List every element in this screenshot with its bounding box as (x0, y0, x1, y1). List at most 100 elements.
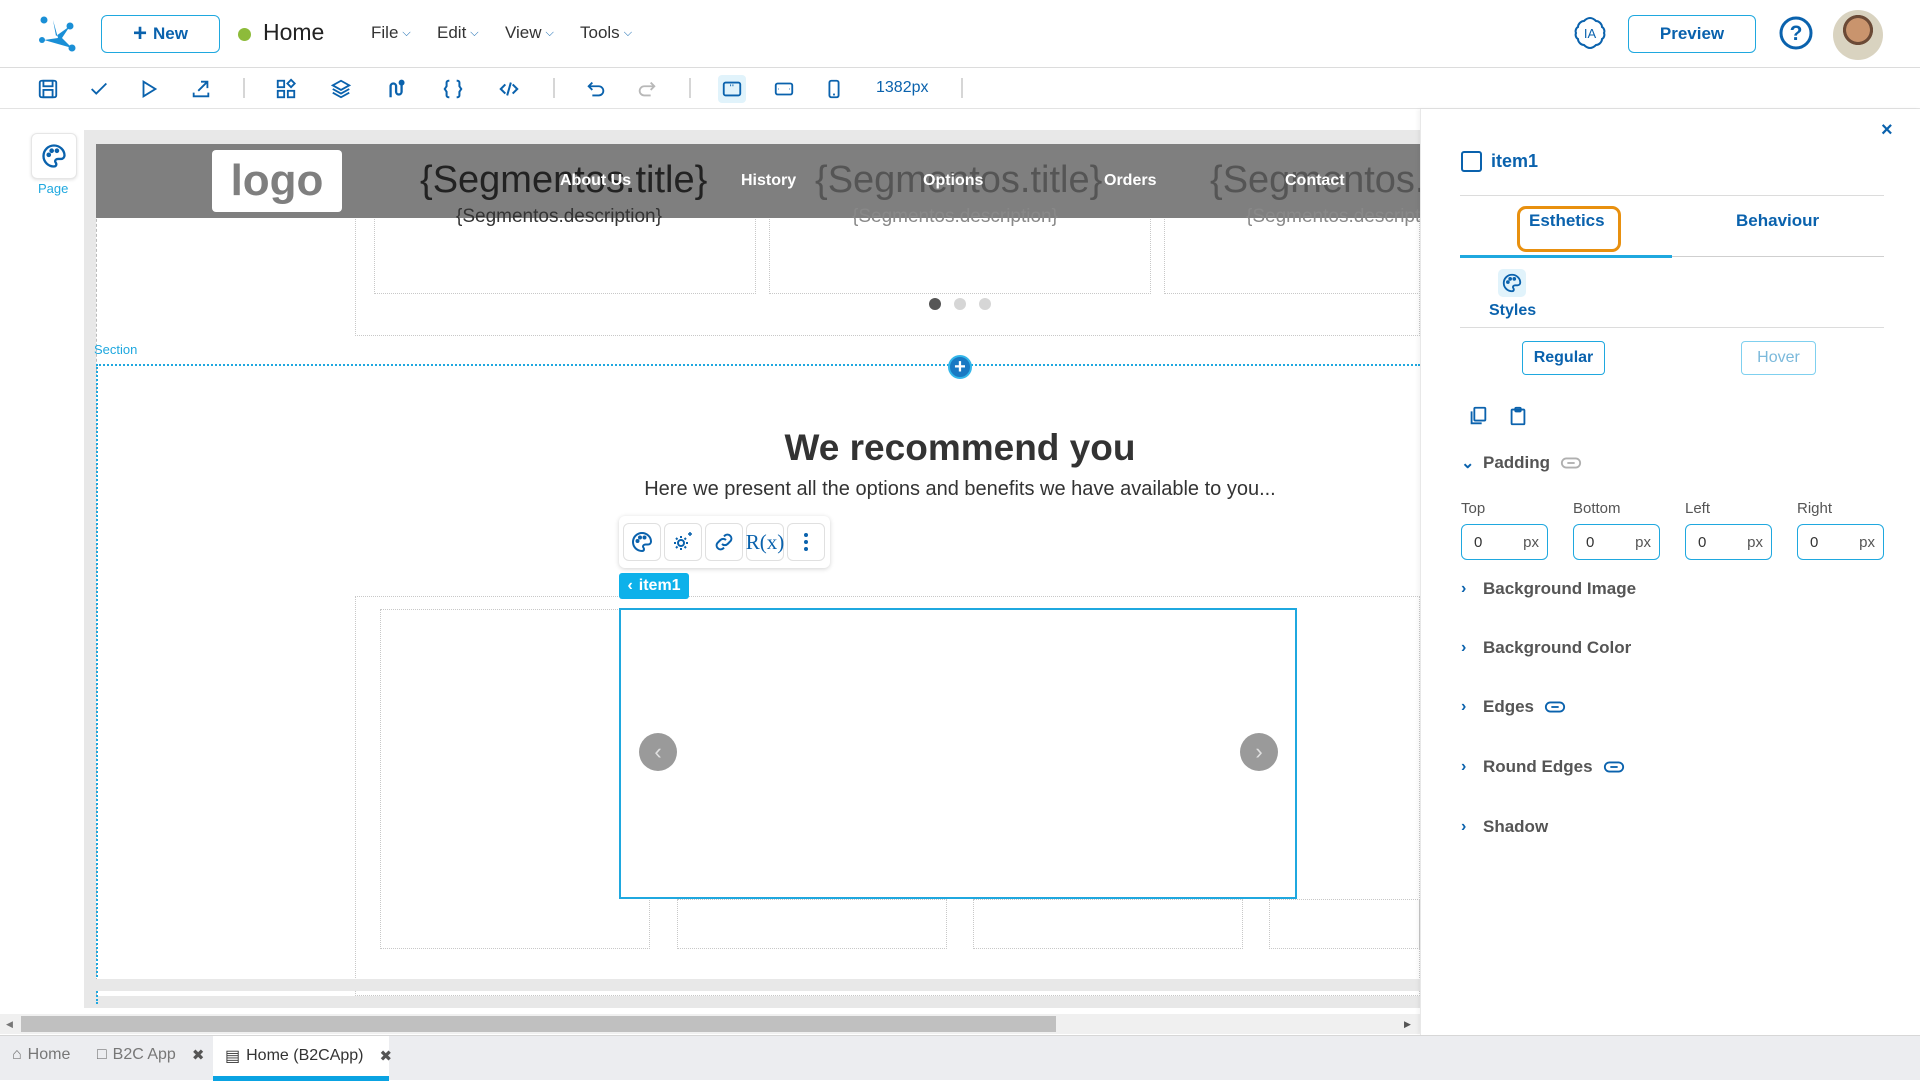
nav-contact[interactable]: Contact (1285, 172, 1345, 190)
copy-style-icon[interactable] (1467, 405, 1489, 432)
padding-top-label: Top (1461, 500, 1486, 517)
add-section-button[interactable]: + (948, 355, 972, 379)
nav-orders[interactable]: Orders (1104, 172, 1156, 190)
shadow-section-header[interactable]: › Shadow (1461, 817, 1548, 837)
unit-label: px (1747, 533, 1763, 551)
document-tabs: ⌂ Home □ B2C App ✖ ▤ Home (B2CApp) ✖ (0, 1035, 1920, 1081)
tab-behaviour[interactable]: Behaviour (1736, 211, 1819, 231)
scrollbar-thumb[interactable] (21, 1016, 1056, 1032)
close-icon[interactable]: × (1881, 119, 1893, 142)
link-icon[interactable] (1544, 700, 1566, 714)
padding-right-input[interactable]: 0 px (1797, 524, 1884, 560)
link-icon[interactable] (1603, 760, 1625, 774)
top-bar: + New Home File ⌵ Edit ⌵ View ⌵ Tools ⌵ IA Pr… (0, 0, 1920, 68)
padding-left-input[interactable]: 0 px (1685, 524, 1772, 560)
tablet-view-icon[interactable] (770, 75, 798, 103)
chevron-right-icon: › (1461, 758, 1467, 775)
check-icon[interactable] (85, 75, 113, 103)
scroll-left-icon[interactable]: ◀ (6, 1019, 13, 1030)
help-icon[interactable]: ? (1778, 15, 1814, 51)
palette-icon[interactable] (1498, 269, 1526, 297)
menu-file[interactable]: File ⌵ (371, 23, 411, 43)
braces-icon[interactable] (439, 75, 467, 103)
desktop-view-icon[interactable] (718, 75, 746, 103)
gear-sparkle-icon[interactable] (664, 523, 702, 561)
chevron-down-icon: ⌵ (623, 26, 633, 39)
close-tab-icon[interactable]: ✖ (380, 1047, 393, 1065)
background-color-section-header[interactable]: › Background Color (1461, 638, 1631, 658)
section-label: Round Edges (1483, 757, 1593, 776)
code-icon[interactable] (495, 75, 523, 103)
chevron-right-icon: › (1461, 818, 1467, 835)
section-label: Shadow (1483, 817, 1549, 836)
components-icon[interactable] (272, 75, 300, 103)
svg-text:IA: IA (1584, 26, 1597, 41)
flow-icon[interactable] (383, 75, 411, 103)
hover-state-button[interactable]: Hover (1741, 341, 1816, 375)
section-label: Section (94, 342, 138, 357)
chevron-left-icon: ‹ (627, 577, 633, 594)
menu-tools[interactable]: Tools ⌵ (580, 23, 632, 43)
carousel-dot[interactable] (929, 298, 941, 310)
padding-section-header[interactable]: ⌄ Padding (1461, 453, 1582, 473)
tab-esthetics[interactable]: Esthetics (1529, 211, 1605, 231)
preview-button[interactable]: Preview (1628, 15, 1756, 53)
editor-toolbar: 1382px (0, 68, 1920, 109)
padding-bottom-input[interactable]: 0 px (1573, 524, 1660, 560)
section-label: Padding (1483, 453, 1551, 472)
menu-edit[interactable]: Edit ⌵ (437, 23, 479, 43)
styles-label[interactable]: Styles (1489, 302, 1536, 320)
menu-view[interactable]: View ⌵ (505, 23, 554, 43)
edges-section-header[interactable]: › Edges (1461, 697, 1566, 717)
selected-item[interactable] (619, 608, 1297, 899)
carousel-card (973, 899, 1243, 949)
background-image-section-header[interactable]: › Background Image (1461, 579, 1636, 599)
new-button[interactable]: + New (101, 15, 220, 53)
regular-state-button[interactable]: Regular (1522, 341, 1605, 375)
close-tab-icon[interactable]: ✖ (192, 1046, 205, 1064)
nav-about-us[interactable]: About Us (560, 172, 631, 190)
app-logo-icon[interactable] (36, 14, 76, 54)
link-icon[interactable] (705, 523, 743, 561)
export-icon[interactable] (187, 75, 215, 103)
carousel-next-button[interactable]: › (1240, 733, 1278, 771)
scroll-right-icon[interactable]: ▶ (1404, 1019, 1411, 1030)
horizontal-scrollbar[interactable]: ◀ ▶ (0, 1014, 1420, 1034)
unit-label: px (1523, 533, 1539, 551)
site-logo[interactable]: logo (212, 150, 342, 212)
carousel-dot[interactable] (954, 298, 966, 310)
user-avatar[interactable] (1833, 10, 1883, 60)
undo-icon[interactable] (582, 75, 610, 103)
item-tag[interactable]: ‹ item1 (619, 573, 689, 599)
mobile-view-icon[interactable] (820, 75, 848, 103)
palette-icon (42, 144, 66, 168)
divider (1460, 195, 1884, 196)
nav-options[interactable]: Options (923, 172, 983, 190)
tab-home-b2capp[interactable]: ▤ Home (B2CApp) ✖ (225, 1046, 392, 1066)
item-checkbox-icon (1461, 151, 1482, 172)
input-value: 0 (1810, 533, 1819, 551)
ia-brain-icon[interactable]: IA (1572, 15, 1608, 51)
more-vertical-icon[interactable] (787, 523, 825, 561)
padding-top-input[interactable]: 0 px (1461, 524, 1548, 560)
rx-icon[interactable]: R(x) (746, 523, 784, 561)
carousel-prev-button[interactable]: ‹ (639, 733, 677, 771)
play-icon[interactable] (135, 75, 163, 103)
carousel-dot[interactable] (979, 298, 991, 310)
nav-history[interactable]: History (741, 172, 796, 190)
link-icon[interactable] (1560, 456, 1582, 470)
design-canvas[interactable]: Page logo {Segmentos.title} {Segmentos.d… (0, 109, 1420, 1014)
save-icon[interactable] (34, 75, 62, 103)
segment-description: {Segmentos.description} (852, 206, 1058, 227)
tab-home[interactable]: ⌂ Home (12, 1046, 70, 1064)
palette-icon[interactable] (623, 523, 661, 561)
layers-icon[interactable] (327, 75, 355, 103)
carousel-card (677, 899, 947, 949)
tab-b2c-app[interactable]: □ B2C App ✖ (97, 1046, 204, 1064)
page-styles-button[interactable] (31, 133, 77, 179)
paste-style-icon[interactable] (1507, 405, 1529, 432)
redo-icon[interactable] (633, 75, 661, 103)
recommend-subtitle: Here we present all the options and bene… (644, 478, 1276, 500)
chevron-right-icon: › (1461, 698, 1467, 715)
round-edges-section-header[interactable]: › Round Edges (1461, 757, 1625, 777)
